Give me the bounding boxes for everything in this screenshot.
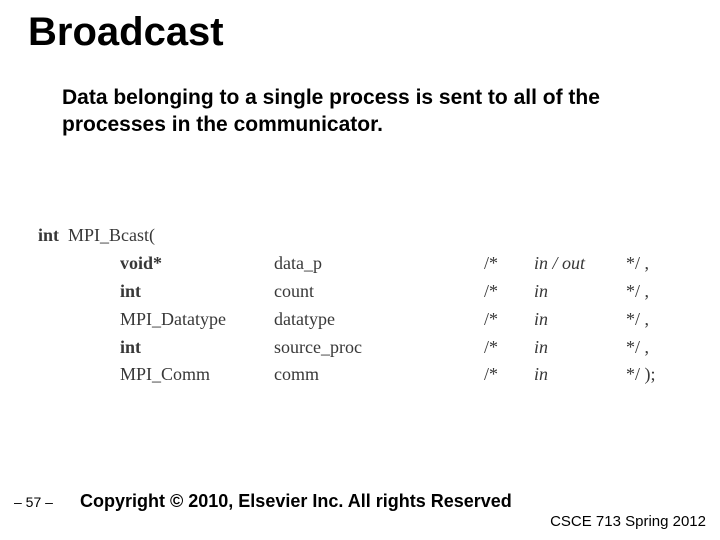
code-param-dir: in / out xyxy=(534,250,626,278)
code-param-dir: in xyxy=(534,306,626,334)
code-param-row: intcount/*in*/ , xyxy=(38,278,656,306)
code-param-type: int xyxy=(120,334,274,362)
code-param-dir: in xyxy=(534,361,626,389)
code-param-name: source_proc xyxy=(274,334,484,362)
code-param-dir: in xyxy=(534,278,626,306)
code-param-end: */ , xyxy=(626,278,649,306)
slide-description: Data belonging to a single process is se… xyxy=(62,84,672,139)
page-number: – 57 – xyxy=(14,494,53,510)
code-comment-open: /* xyxy=(484,306,534,334)
code-param-type: int xyxy=(120,278,274,306)
code-comment-open: /* xyxy=(484,361,534,389)
code-param-end: */ , xyxy=(626,306,649,334)
code-param-end: */ , xyxy=(626,250,649,278)
code-param-row: MPI_Datatypedatatype/*in*/ , xyxy=(38,306,656,334)
code-param-type: void* xyxy=(120,250,274,278)
code-param-name: data_p xyxy=(274,250,484,278)
code-function-name: MPI_Bcast( xyxy=(68,225,155,245)
code-comment-open: /* xyxy=(484,334,534,362)
code-param-type: MPI_Comm xyxy=(120,361,274,389)
code-param-name: comm xyxy=(274,361,484,389)
page-title: Broadcast xyxy=(28,10,224,55)
course-label: CSCE 713 Spring 2012 xyxy=(550,513,706,530)
code-param-end: */ ); xyxy=(626,361,656,389)
code-param-end: */ , xyxy=(626,334,649,362)
code-return-type: int xyxy=(38,225,59,245)
code-param-type: MPI_Datatype xyxy=(120,306,274,334)
code-param-name: count xyxy=(274,278,484,306)
code-param-row: intsource_proc/*in*/ , xyxy=(38,334,656,362)
code-param-name: datatype xyxy=(274,306,484,334)
code-signature-line: int MPI_Bcast( xyxy=(38,222,656,250)
copyright-text: Copyright © 2010, Elsevier Inc. All righ… xyxy=(80,491,512,512)
code-param-row: MPI_Commcomm/*in*/ ); xyxy=(38,361,656,389)
code-block: int MPI_Bcast( void*data_p/*in / out*/ ,… xyxy=(38,222,656,389)
code-comment-open: /* xyxy=(484,250,534,278)
code-param-row: void*data_p/*in / out*/ , xyxy=(38,250,656,278)
code-comment-open: /* xyxy=(484,278,534,306)
code-param-dir: in xyxy=(534,334,626,362)
slide: Broadcast Data belonging to a single pro… xyxy=(0,0,720,540)
